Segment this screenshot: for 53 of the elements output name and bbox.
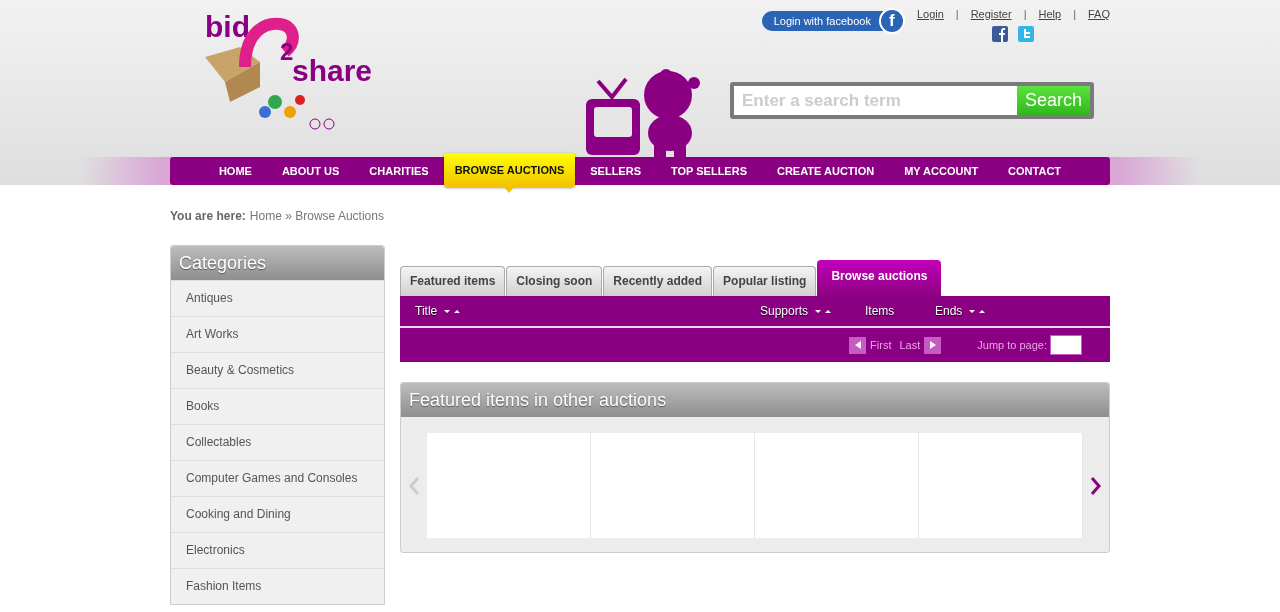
category-link[interactable]: Fashion Items (171, 568, 384, 604)
category-link[interactable]: Beauty & Cosmetics (171, 352, 384, 388)
breadcrumb-link[interactable]: Home (249, 209, 282, 223)
nav-item[interactable]: HOME (203, 157, 267, 185)
breadcrumb-separator: » (284, 209, 293, 223)
link-separator: | (1023, 8, 1027, 20)
tab[interactable]: Recently added (603, 266, 713, 296)
tab[interactable]: Browse auctions (817, 260, 942, 296)
logo-text: bid (205, 12, 250, 42)
left-triangle-icon (854, 341, 861, 349)
nav-item[interactable]: CREATE AUCTION (762, 157, 890, 185)
previous-page-button[interactable] (849, 336, 867, 354)
category-link[interactable]: Collectables (171, 424, 384, 460)
column-header[interactable]: Ends (935, 304, 963, 318)
link-separator: | (955, 8, 959, 20)
nav-item[interactable]: SELLERS (575, 157, 656, 185)
header-link[interactable]: Login (916, 8, 944, 20)
next-page-button[interactable] (924, 336, 942, 354)
categories-header: Categories (171, 246, 384, 280)
nav-item[interactable]: TOP SELLERS (655, 157, 762, 185)
breadcrumb-label: You are here: (170, 209, 246, 223)
pointer-icon (504, 187, 515, 193)
nav-item[interactable]: CONTACT (993, 157, 1077, 185)
link-separator: | (1073, 8, 1076, 20)
column-header[interactable]: Items (865, 304, 895, 318)
column-header[interactable]: Title (415, 304, 438, 318)
category-link[interactable]: Cooking and Dining (171, 496, 384, 532)
breadcrumb-link[interactable]: Browse Auctions (295, 209, 384, 223)
nav-item[interactable]: CHARITIES (354, 157, 444, 185)
column-header[interactable]: Supports (760, 304, 809, 318)
featured-header: Featured items in other auctions (401, 383, 1109, 417)
category-link[interactable]: Electronics (171, 532, 384, 568)
category-link[interactable]: Books (171, 388, 384, 424)
facebook-icon[interactable] (992, 26, 1009, 42)
category-link[interactable]: Antiques (171, 280, 384, 316)
tab[interactable]: Popular listing (713, 266, 817, 296)
tab[interactable]: Closing soon (506, 266, 603, 296)
header-link[interactable]: Register (970, 8, 1012, 20)
tab[interactable]: Featured items (400, 266, 506, 296)
page-number-field[interactable] (1050, 335, 1082, 355)
chevron-left-icon (408, 475, 420, 496)
nav-item[interactable]: MY ACCOUNT (889, 157, 994, 185)
header-link[interactable]: Help (1038, 8, 1062, 20)
nav-item[interactable]: ABOUT US (266, 157, 355, 185)
first-page-link[interactable]: First (870, 339, 892, 351)
category-link[interactable]: Art Works (171, 316, 384, 352)
right-triangle-icon (929, 341, 936, 349)
header-link[interactable]: FAQ (1088, 8, 1110, 20)
category-link[interactable]: Computer Games and Consoles (171, 460, 384, 496)
logo-text: share (292, 56, 373, 86)
last-page-link[interactable]: Last (899, 339, 921, 351)
chevron-right-icon (1090, 475, 1102, 496)
jump-to-page-label: Jump to page: (977, 339, 1047, 351)
